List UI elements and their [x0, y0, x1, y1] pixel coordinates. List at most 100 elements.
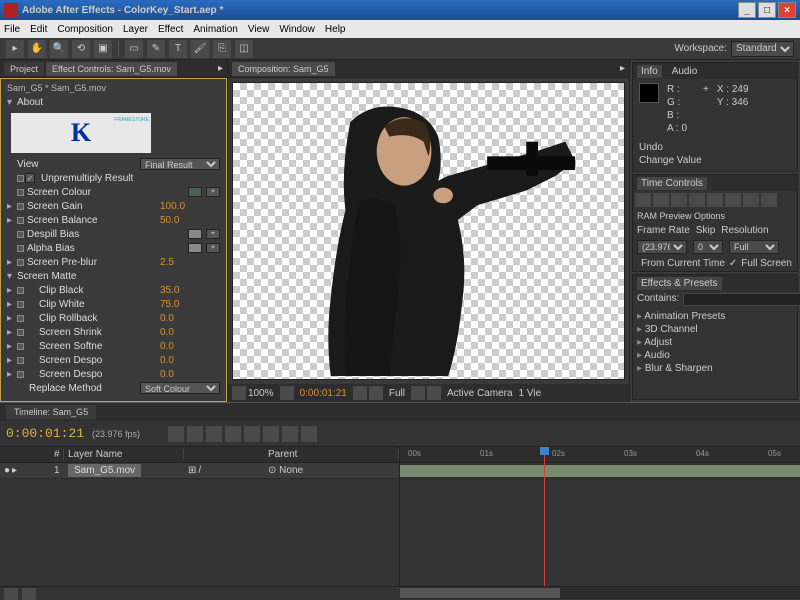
effect-controls-tab[interactable]: Effect Controls: Sam_G5.mov [46, 62, 177, 76]
menu-edit[interactable]: Edit [30, 24, 47, 35]
brush-tool[interactable]: 🖌 [191, 40, 209, 58]
loop-button[interactable] [743, 193, 759, 207]
menu-help[interactable]: Help [325, 24, 346, 35]
tl-btn[interactable] [225, 426, 241, 442]
menu-view[interactable]: View [248, 24, 270, 35]
pen-tool[interactable]: ✎ [147, 40, 165, 58]
keyframe-toggle[interactable] [15, 285, 25, 295]
keyframe-toggle[interactable] [15, 201, 25, 211]
keyframe-toggle[interactable] [15, 257, 25, 267]
panel-menu-icon[interactable]: ▸ [218, 63, 223, 74]
screen-despo1-value[interactable]: 0.0 [160, 355, 220, 366]
keyframe-toggle[interactable] [15, 215, 25, 225]
tl-btn[interactable] [206, 426, 222, 442]
mask-tool[interactable]: ▭ [125, 40, 143, 58]
keyframe-toggle[interactable] [15, 187, 25, 197]
ram-preview-button[interactable] [761, 193, 777, 207]
transparency-icon[interactable] [427, 386, 441, 400]
eyedropper-icon[interactable]: ⌖ [206, 229, 220, 239]
minimize-button[interactable]: _ [738, 2, 756, 18]
playhead[interactable] [544, 447, 545, 586]
panel-menu-icon[interactable]: ▸ [620, 63, 625, 74]
about-section[interactable]: About [15, 97, 220, 108]
play-button[interactable] [671, 193, 687, 207]
clip-rollback-value[interactable]: 0.0 [160, 313, 220, 324]
timeline-tab[interactable]: Timeline: Sam_G5 [6, 405, 96, 419]
eyedropper-icon[interactable]: ⌖ [206, 243, 220, 253]
text-tool[interactable]: T [169, 40, 187, 58]
screen-balance-value[interactable]: 50.0 [160, 215, 220, 226]
resolution-value[interactable]: Full [389, 388, 405, 399]
keyframe-toggle[interactable] [15, 229, 25, 239]
composition-tab[interactable]: Composition: Sam_G5 [232, 62, 335, 76]
close-button[interactable]: × [778, 2, 796, 18]
preset-item[interactable]: 3D Channel [637, 323, 793, 336]
keyframe-toggle[interactable] [15, 173, 25, 183]
tl-btn[interactable] [168, 426, 184, 442]
selection-tool[interactable]: ▸ [6, 40, 24, 58]
eye-icon[interactable]: ● [4, 465, 10, 476]
screen-matte-section[interactable]: Screen Matte [15, 271, 220, 282]
menu-composition[interactable]: Composition [57, 24, 113, 35]
tl-btn[interactable] [187, 426, 203, 442]
menu-layer[interactable]: Layer [123, 24, 148, 35]
mag-icon[interactable] [232, 386, 246, 400]
keyframe-toggle[interactable] [15, 243, 25, 253]
keyframe-toggle[interactable] [15, 299, 25, 309]
time-navigator[interactable] [400, 587, 800, 599]
view-count[interactable]: 1 Vie [519, 388, 542, 399]
clone-tool[interactable]: ⎘ [213, 40, 231, 58]
screen-softne-value[interactable]: 0.0 [160, 341, 220, 352]
zoom-tool[interactable]: 🔍 [50, 40, 68, 58]
hand-tool[interactable]: ✋ [28, 40, 46, 58]
grid-icon[interactable] [280, 386, 294, 400]
project-tab[interactable]: Project [4, 62, 44, 76]
tl-btn[interactable] [282, 426, 298, 442]
menu-effect[interactable]: Effect [158, 24, 183, 35]
clip-black-value[interactable]: 35.0 [160, 285, 220, 296]
parent-value[interactable]: None [279, 465, 303, 476]
resolution-select[interactable]: Full [729, 240, 779, 254]
skip-select[interactable]: 0 [693, 240, 723, 254]
maximize-button[interactable]: □ [758, 2, 776, 18]
tl-btn[interactable] [263, 426, 279, 442]
screen-colour-swatch[interactable] [188, 187, 202, 197]
snapshot-icon[interactable] [353, 386, 367, 400]
last-frame-button[interactable] [707, 193, 723, 207]
layer-row[interactable]: ●▸ 1 Sam_G5.mov ⊞/ ⊙ None [0, 463, 399, 479]
channel-icon[interactable] [369, 386, 383, 400]
audio-button[interactable] [725, 193, 741, 207]
timeline-tracks[interactable]: 00s 01s 02s 03s 04s 05s [400, 447, 800, 586]
workspace-select[interactable]: Standard [731, 41, 794, 57]
first-frame-button[interactable] [635, 193, 651, 207]
rotate-tool[interactable]: ⟲ [72, 40, 90, 58]
menu-window[interactable]: Window [279, 24, 315, 35]
camera-tool[interactable]: ▣ [94, 40, 112, 58]
full-screen-checkbox[interactable]: ✓ [729, 258, 737, 269]
eraser-tool[interactable]: ◫ [235, 40, 253, 58]
screen-shrink-value[interactable]: 0.0 [160, 327, 220, 338]
keyframe-toggle[interactable] [15, 355, 25, 365]
keyframe-toggle[interactable] [15, 313, 25, 323]
screen-gain-value[interactable]: 100.0 [160, 201, 220, 212]
toggle-modes-icon[interactable] [22, 588, 36, 600]
viewer-timecode[interactable]: 0:00:01:21 [300, 388, 347, 399]
time-controls-tab[interactable]: Time Controls [637, 177, 707, 190]
screen-despo2-value[interactable]: 0.0 [160, 369, 220, 380]
preset-item[interactable]: Animation Presets [637, 310, 793, 323]
next-frame-button[interactable] [689, 193, 705, 207]
time-ruler[interactable]: 00s 01s 02s 03s 04s 05s [400, 447, 800, 463]
view-select[interactable]: Final Result [140, 158, 220, 170]
timeline-timecode[interactable]: 0:00:01:21 [6, 426, 84, 441]
keyframe-toggle[interactable] [15, 369, 25, 379]
roi-icon[interactable] [411, 386, 425, 400]
layer-clip[interactable] [400, 465, 800, 477]
alpha-swatch[interactable] [188, 243, 202, 253]
menu-animation[interactable]: Animation [193, 24, 237, 35]
parent-icon[interactable]: ⊙ [268, 465, 276, 476]
effects-presets-tab[interactable]: Effects & Presets [637, 277, 722, 290]
audio-tab[interactable]: Audio [668, 65, 702, 78]
preset-item[interactable]: Audio [637, 349, 793, 362]
tl-btn[interactable] [244, 426, 260, 442]
keyframe-toggle[interactable] [15, 341, 25, 351]
